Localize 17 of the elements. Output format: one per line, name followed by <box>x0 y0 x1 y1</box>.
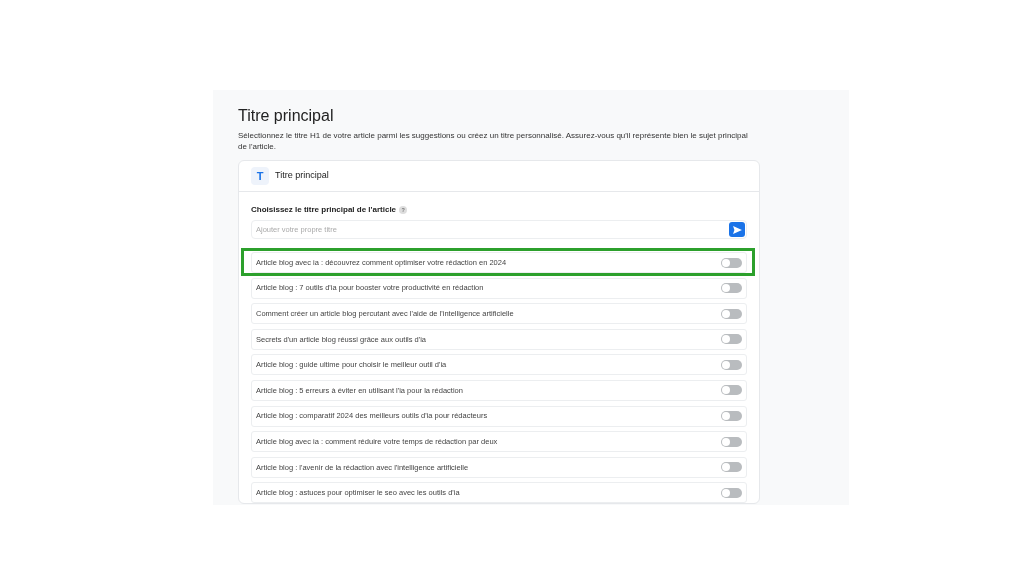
toggle-switch[interactable] <box>721 436 742 447</box>
send-button[interactable] <box>729 222 745 237</box>
title-icon: T <box>251 167 269 185</box>
toggle-switch[interactable] <box>721 283 742 294</box>
toggle-switch[interactable] <box>721 257 742 268</box>
card-title: Titre principal <box>275 169 329 183</box>
toggle-switch[interactable] <box>721 359 742 370</box>
send-icon <box>732 225 742 234</box>
page-title: Titre principal <box>238 106 335 126</box>
toggle-switch[interactable] <box>721 385 742 396</box>
toggle-switch[interactable] <box>721 487 742 498</box>
toggle-switch[interactable] <box>721 411 742 422</box>
toggle-switch[interactable] <box>721 308 742 319</box>
toggle-switch[interactable] <box>721 462 742 473</box>
field-label: Choisissez le titre principal de l'article <box>251 204 397 216</box>
toggle-switch[interactable] <box>721 334 742 345</box>
page-description: Sélectionnez le titre H1 de votre article parmi les suggestions ou créez un titre personnalisé. Assurez-vous qu'il représente bien le sujet principal de l'article. <box>238 130 749 152</box>
